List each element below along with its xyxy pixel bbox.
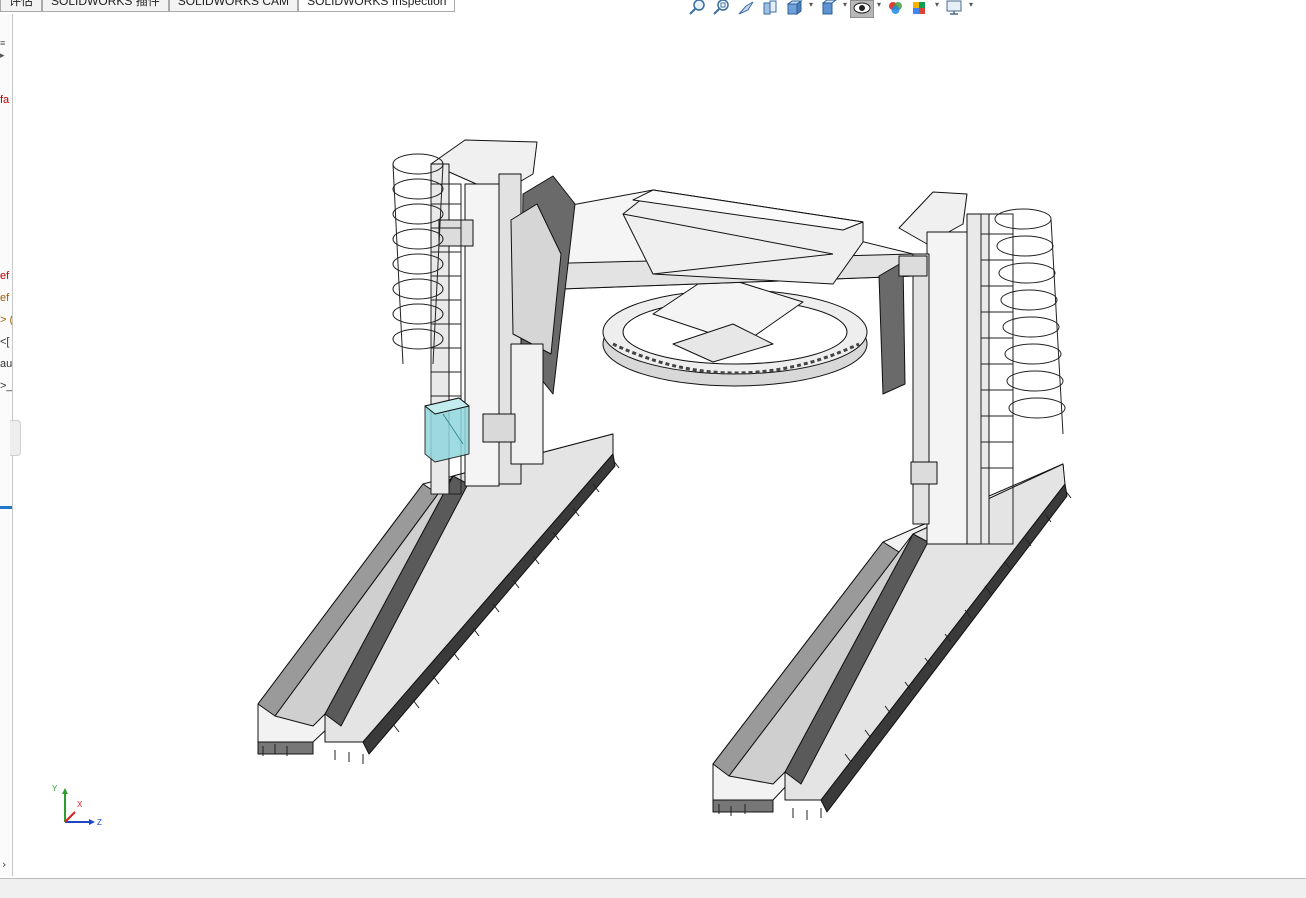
tree-item-fragment[interactable]: > ( bbox=[0, 314, 12, 326]
tree-item-fragment[interactable]: fa bbox=[0, 94, 9, 106]
turntable-ring[interactable] bbox=[602, 273, 868, 387]
tree-item-fragment[interactable]: ef bbox=[0, 292, 9, 304]
display-style-caret[interactable]: ▾ bbox=[840, 0, 850, 10]
panel-menu-icon[interactable]: ≡ bbox=[0, 38, 5, 48]
tree-item-fragment[interactable]: au bbox=[0, 358, 12, 370]
apply-scene-caret[interactable]: ▾ bbox=[932, 0, 942, 10]
axis-triad-icon bbox=[62, 788, 95, 825]
right-rail-base[interactable] bbox=[712, 463, 1068, 813]
status-bar bbox=[0, 878, 1306, 898]
reference-triad: Y X Z bbox=[52, 784, 115, 834]
panel-accent-bar bbox=[0, 506, 12, 509]
triad-z-label: Z bbox=[97, 818, 102, 827]
tab-evaluate[interactable]: 评估 bbox=[0, 0, 43, 12]
triad-y-label: Y bbox=[52, 784, 58, 793]
tree-item-fragment[interactable]: <[ bbox=[0, 336, 9, 348]
view-orientation-caret[interactable]: ▾ bbox=[806, 0, 816, 10]
tab-solidworks-addins[interactable]: SOLIDWORKS 插件 bbox=[42, 0, 169, 12]
tree-item-fragment[interactable]: ef bbox=[0, 270, 9, 282]
tab-solidworks-inspection[interactable]: SOLIDWORKS Inspection bbox=[298, 0, 456, 12]
graphics-area[interactable]: Y X Z bbox=[13, 14, 1306, 878]
command-manager-tabs: 评估 SOLIDWORKS 插件 SOLIDWORKS CAM SOLIDWOR… bbox=[0, 0, 456, 13]
expand-panel-icon[interactable]: › bbox=[2, 858, 6, 871]
right-tower[interactable] bbox=[878, 191, 990, 545]
view-settings-caret[interactable]: ▾ bbox=[966, 0, 976, 10]
panel-arrow-icon[interactable]: ▸ bbox=[0, 50, 5, 61]
hide-show-items-caret[interactable]: ▾ bbox=[874, 0, 884, 10]
top-cross-beam[interactable] bbox=[522, 189, 914, 291]
triad-x-label: X bbox=[77, 800, 83, 809]
gantry-assembly-model[interactable] bbox=[13, 14, 1306, 878]
tree-item-fragment[interactable]: >_ bbox=[0, 380, 12, 392]
solidworks-window: 评估 SOLIDWORKS 插件 SOLIDWORKS CAM SOLIDWOR… bbox=[0, 0, 1306, 898]
tab-solidworks-cam[interactable]: SOLIDWORKS CAM bbox=[168, 0, 299, 12]
electrical-box[interactable] bbox=[424, 397, 470, 463]
